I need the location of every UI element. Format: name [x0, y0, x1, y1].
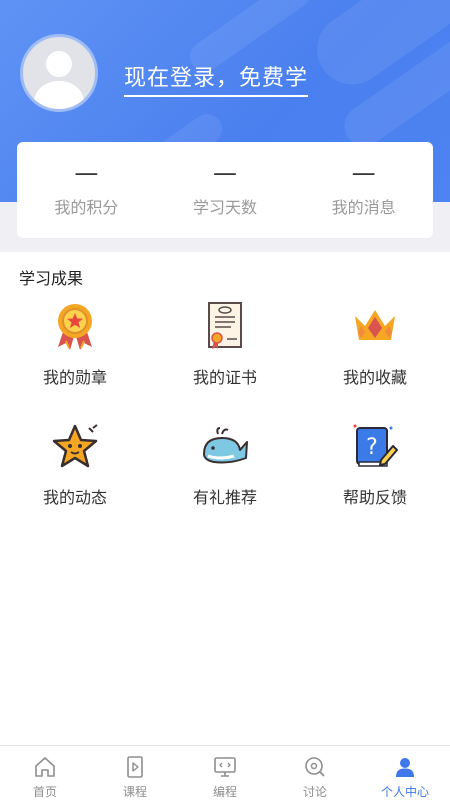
tab-label: 编程 [212, 785, 237, 799]
feature-help-feedback[interactable]: ? 帮助反馈 [300, 420, 450, 540]
stats-card: — 我的积分 — 学习天数 — 我的消息 [17, 142, 433, 238]
tab-label: 讨论 [302, 785, 327, 799]
feature-label: 有礼推荐 [192, 488, 257, 507]
stat-messages[interactable]: — 我的消息 [294, 142, 433, 238]
tab-profile[interactable]: 个人中心 [360, 746, 450, 800]
certificate-icon [200, 300, 250, 352]
discussion-icon [305, 757, 325, 777]
tab-discussion[interactable]: 讨论 [270, 746, 360, 800]
feature-label: 我的证书 [192, 368, 257, 387]
section-title: 学习成果 [19, 269, 84, 288]
features-grid: 我的勋章 我的证书 我的收藏 我的动态 有礼推荐 ? 帮助反馈 [0, 300, 450, 540]
feature-my-activity[interactable]: 我的动态 [0, 420, 150, 540]
login-link[interactable]: 现在登录，免费学 [124, 60, 309, 97]
feature-label: 帮助反馈 [342, 488, 407, 507]
coding-icon [214, 757, 236, 777]
user-icon [396, 758, 414, 777]
stat-label: 学习天数 [193, 198, 258, 217]
tab-label: 首页 [32, 785, 57, 799]
feature-my-medals[interactable]: 我的勋章 [0, 300, 150, 420]
bottom-tab-bar: 首页 课程 编程 讨论 个人中心 [0, 745, 450, 800]
tab-courses[interactable]: 课程 [90, 746, 180, 800]
default-avatar-icon [33, 51, 85, 109]
stat-value: — [74, 159, 99, 187]
feature-label: 我的动态 [42, 488, 107, 507]
help-book-icon: ? [350, 420, 400, 472]
tab-home[interactable]: 首页 [0, 746, 90, 800]
feature-label: 我的收藏 [342, 368, 407, 387]
crown-icon [350, 300, 400, 352]
tab-label: 课程 [122, 785, 147, 799]
stat-study-days[interactable]: — 学习天数 [156, 142, 295, 238]
tab-label: 个人中心 [380, 785, 429, 799]
home-icon [35, 757, 55, 777]
stat-label: 我的积分 [54, 198, 119, 217]
stat-value: — [351, 159, 376, 187]
star-icon [50, 420, 100, 472]
feature-gift-referral[interactable]: 有礼推荐 [150, 420, 300, 540]
stat-value: — [213, 159, 237, 187]
medal-icon [50, 300, 100, 352]
tab-coding[interactable]: 编程 [180, 746, 270, 800]
feature-my-certificates[interactable]: 我的证书 [150, 300, 300, 420]
stat-label: 我的消息 [331, 198, 396, 217]
course-icon [127, 756, 143, 778]
svg-text:?: ? [366, 435, 378, 460]
feature-label: 我的勋章 [42, 368, 107, 387]
feature-my-favorites[interactable]: 我的收藏 [300, 300, 450, 420]
whale-icon [200, 420, 250, 472]
stat-points[interactable]: — 我的积分 [17, 142, 156, 238]
avatar[interactable] [20, 34, 98, 112]
